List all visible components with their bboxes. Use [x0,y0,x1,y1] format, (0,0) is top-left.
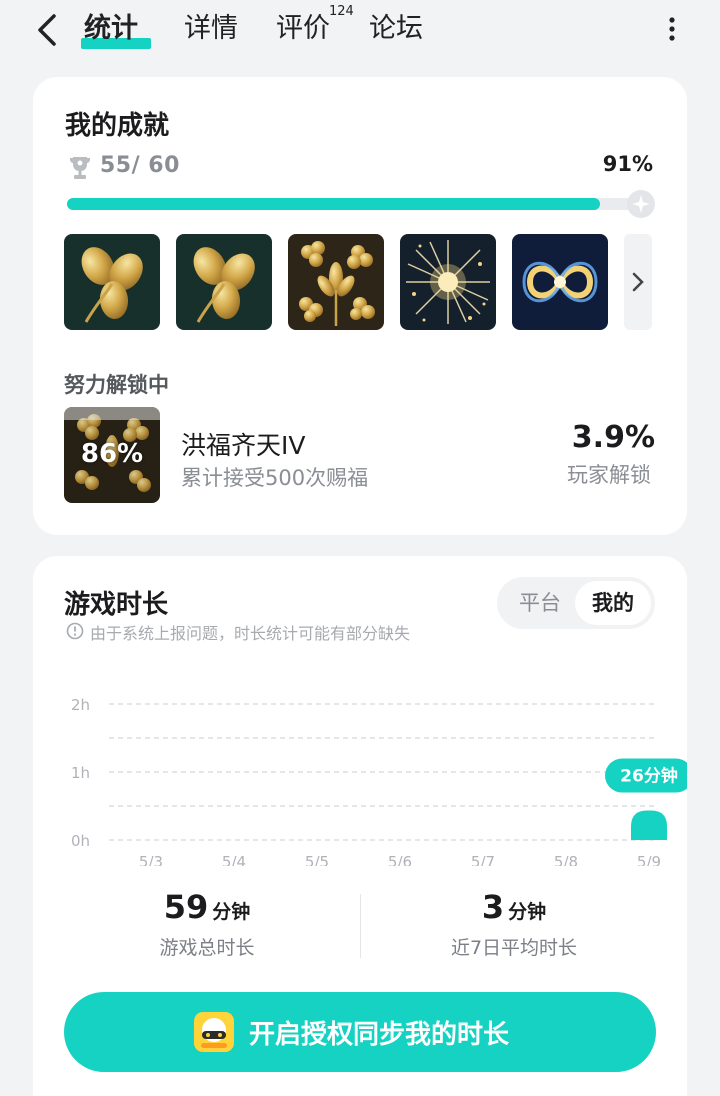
average-playtime-unit: 分钟 [508,901,547,923]
playtime-scope-toggle: 平台 我的 [497,577,655,629]
tab-forum[interactable]: 论坛 [369,12,423,46]
achievements-title: 我的成就 [65,111,170,141]
playtime-bar-chart: 0h 1h 2h 5/3 5/4 5/5 5/6 5/7 5/8 5/9 26分钟 [71,696,687,866]
more-options-icon[interactable] [664,14,680,44]
x-tick-label-5/6: 5/6 [388,853,412,866]
achievement-percent: 91% [602,152,653,176]
y-tick-label-2h: 2h [71,696,90,714]
player-unlock-rate: 3.9% [571,420,655,455]
highlight-label: 26分钟 [620,766,678,787]
tab-statistics[interactable]: 统计 [84,12,138,46]
unlocking-achievement-description: 累计接受500次赐福 [181,466,369,490]
badge-golden-clover[interactable] [288,234,384,330]
player-unlock-rate-label: 玩家解锁 [567,463,651,487]
review-count-badge: 124 [329,4,354,19]
unlock-progress-percent: 86% [80,439,144,469]
y-tick-label-1h: 1h [71,764,90,782]
achievement-progress-fill [67,198,601,210]
trophy-icon [70,157,90,179]
sync-playtime-label: 开启授权同步我的时长 [249,1020,510,1050]
average-playtime-number: 3 [481,888,505,926]
unlocking-section-title: 努力解锁中 [64,373,169,397]
x-tick-label-5/7: 5/7 [471,853,495,866]
sparkle-star-icon [627,190,655,218]
badge-golden-leaf-1[interactable] [64,234,160,330]
average-playtime-label: 近7日平均时长 [450,937,578,959]
back-arrow-icon[interactable] [34,12,62,48]
playtime-title: 游戏时长 [64,590,169,620]
x-tick-label-5/9: 5/9 [637,853,661,866]
x-tick-label-5/3: 5/3 [139,853,163,866]
achievement-progress-bar [67,198,653,210]
total-playtime-label: 游戏总时长 [159,937,255,959]
stats-divider [360,894,361,958]
toggle-platform[interactable]: 平台 [507,577,573,629]
info-icon [66,622,84,640]
badge-sparkle-burst[interactable] [400,234,496,330]
toggle-mine[interactable]: 我的 [575,581,651,625]
chevron-right-icon [632,272,644,292]
x-tick-label-5/4: 5/4 [222,853,246,866]
top-navigation: 统计 详情 评价 124 论坛 [0,0,720,62]
badge-infinity-glow[interactable] [512,234,608,330]
x-tick-label-5/5: 5/5 [305,853,329,866]
y-tick-label-0h: 0h [71,832,90,850]
achievement-count: 55/ 60 [100,153,180,178]
playtime-card: 游戏时长 平台 我的 由于系统上报问题，时长统计可能有部分缺失 0h 1h 2h 5/… [33,556,687,1096]
unlocking-achievement-name: 洪福齐天IV [181,431,306,460]
unlocking-achievement-thumbnail[interactable]: 86% [64,407,160,503]
total-playtime-unit: 分钟 [212,901,251,923]
average-playtime-value: 3 分钟 [414,888,614,926]
game-app-icon [194,1012,234,1052]
sync-playtime-button[interactable]: 开启授权同步我的时长 [64,992,656,1072]
x-tick-label-5/8: 5/8 [554,853,578,866]
data-missing-notice: 由于系统上报问题，时长统计可能有部分缺失 [90,624,411,643]
achievements-card: 我的成就 55/ 60 91% 努力解锁中 86% 洪福齐天IV 累计接受500… [33,77,687,535]
badges-next-button[interactable] [624,234,652,330]
tab-details[interactable]: 详情 [184,12,238,46]
total-playtime-value: 59 分钟 [107,888,307,926]
tab-reviews[interactable]: 评价 [276,12,330,46]
bar-5/9 [631,810,667,840]
badge-golden-leaf-2[interactable] [176,234,272,330]
total-playtime-number: 59 [163,888,209,926]
